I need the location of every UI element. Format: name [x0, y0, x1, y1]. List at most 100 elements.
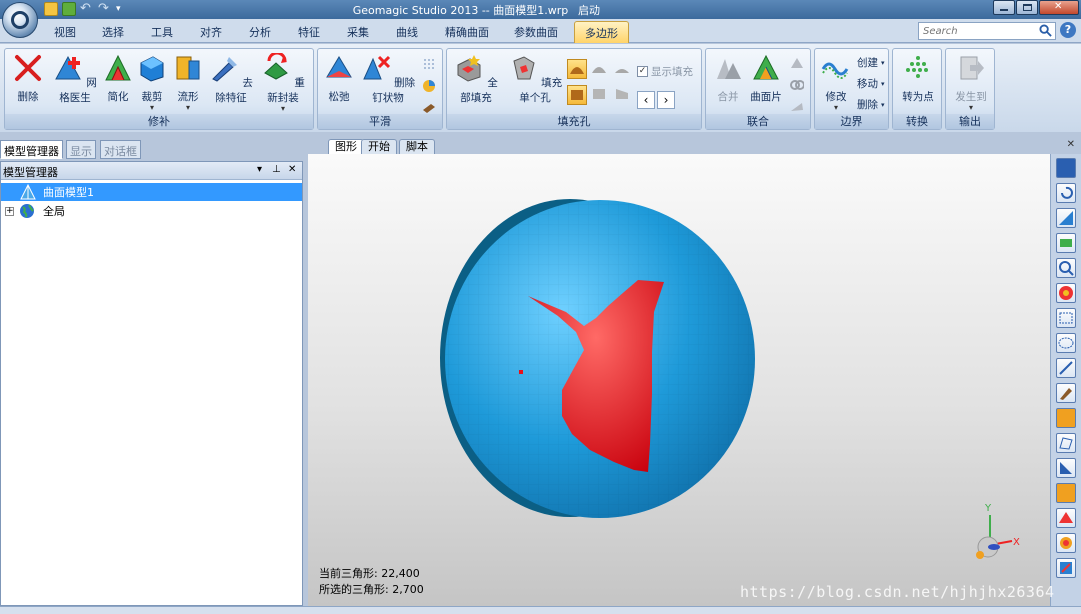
tab-dialog[interactable]: 对话框: [100, 140, 141, 159]
merge-tool-1-icon[interactable]: [790, 57, 804, 69]
rotate-icon[interactable]: [1056, 183, 1076, 203]
polyline-select-icon[interactable]: [1056, 433, 1076, 453]
x-axis-label: X: [1013, 537, 1020, 548]
tab-start[interactable]: 开始: [361, 139, 397, 154]
select-through-icon[interactable]: [1056, 458, 1076, 478]
select-by-angle-icon[interactable]: [1056, 508, 1076, 528]
prev-hole-button[interactable]: ‹: [637, 91, 655, 109]
expand-icon[interactable]: +: [5, 206, 14, 216]
tab-script[interactable]: 脚本: [399, 139, 435, 154]
model-manager-panel: 模型管理器 ▾ ⊥ ✕ 曲面模型1 + 全局: [0, 161, 303, 606]
tab-polygons[interactable]: 多边形: [574, 21, 629, 43]
remove-spikes-icon: [363, 55, 390, 80]
graphics-viewport[interactable]: 当前三角形: 22,400 所选的三角形: 2,700 Y X: [308, 154, 1050, 606]
search-icon[interactable]: [1039, 24, 1052, 37]
remove-feature-button[interactable]: 去除特征: [209, 53, 253, 105]
close-button[interactable]: [1039, 0, 1079, 15]
tab-analysis[interactable]: 分析: [249, 24, 271, 40]
patch-button[interactable]: 曲面片: [750, 53, 782, 104]
tab-display[interactable]: 显示: [66, 140, 96, 159]
panel-tabs: 模型管理器 显示 对话框: [0, 140, 305, 160]
delete-boundary-button[interactable]: 删除 ▾: [857, 97, 885, 112]
group-output: 发生到 ▾ 输出: [945, 48, 995, 130]
tab-curves[interactable]: 曲线: [396, 24, 418, 40]
tree-item-global[interactable]: + 全局: [1, 202, 302, 220]
fill-single-button[interactable]: 填充单个孔: [505, 53, 565, 105]
application-button[interactable]: [2, 2, 38, 38]
manifold-label: 流形: [177, 91, 199, 103]
panel-close-icon[interactable]: ✕: [288, 164, 296, 175]
fill-edge-icon[interactable]: [590, 85, 610, 105]
fit-view-icon[interactable]: [1056, 208, 1076, 228]
tab-graphics[interactable]: 图形: [328, 139, 364, 154]
rectangle-select-icon[interactable]: [1056, 308, 1076, 328]
view-close-icon[interactable]: ✕: [1067, 139, 1075, 150]
fill-flat-icon[interactable]: [613, 59, 633, 79]
move-boundary-button[interactable]: 移动 ▾: [857, 76, 885, 91]
fill-complete-icon[interactable]: [567, 85, 587, 105]
clear-selection-icon[interactable]: [1056, 558, 1076, 578]
tab-select[interactable]: 选择: [102, 24, 124, 40]
modify-boundary-button[interactable]: 修改 ▾: [819, 53, 853, 112]
view-cube-icon[interactable]: [1056, 158, 1076, 178]
to-points-button[interactable]: 转为点: [897, 53, 939, 104]
create-boundary-label: 创建: [857, 57, 878, 69]
select-all-icon[interactable]: [1056, 533, 1076, 553]
tab-exact-surfacing[interactable]: 精确曲面: [445, 24, 489, 40]
next-hole-button[interactable]: ›: [657, 91, 675, 109]
send-to-button[interactable]: 发生到 ▾: [950, 53, 992, 112]
panel-header: 模型管理器 ▾ ⊥ ✕: [1, 162, 302, 180]
merge-tool-3-icon[interactable]: [790, 101, 804, 113]
smooth-option-icon[interactable]: [422, 57, 436, 71]
tab-features[interactable]: 特征: [298, 24, 320, 40]
search-input[interactable]: [919, 23, 1034, 39]
panel-menu-icon[interactable]: ▾: [257, 164, 262, 175]
maximize-button[interactable]: [1016, 0, 1038, 15]
fill-tangent-icon[interactable]: [590, 59, 610, 79]
merge-tool-2-icon[interactable]: [790, 79, 804, 91]
tree-item-surface-model[interactable]: 曲面模型1: [1, 183, 302, 201]
modify-boundary-icon: [821, 62, 849, 79]
mesh-doctor-button[interactable]: 网格医生: [49, 53, 101, 105]
launch-menu[interactable]: 启动: [578, 2, 600, 18]
merge-button[interactable]: 合并: [712, 53, 744, 104]
pan-icon[interactable]: [1056, 233, 1076, 253]
tab-parametric-surfacing[interactable]: 参数曲面: [514, 24, 558, 40]
to-points-label: 转为点: [902, 91, 934, 103]
create-boundary-button[interactable]: 创建 ▾: [857, 55, 885, 70]
fill-curvature-icon[interactable]: [567, 59, 587, 79]
manifold-button[interactable]: 流形 ▾: [173, 53, 203, 112]
mesh-doctor-icon: [55, 55, 81, 80]
tree-item-label: 曲面模型1: [43, 186, 94, 199]
pin-icon[interactable]: ⊥: [272, 164, 281, 175]
trim-button[interactable]: 裁剪 ▾: [137, 53, 167, 112]
fill-bridge-icon[interactable]: [613, 85, 633, 105]
panel-title: 模型管理器: [3, 166, 58, 179]
lasso-select-icon[interactable]: [1056, 408, 1076, 428]
tab-model-manager[interactable]: 模型管理器: [0, 140, 63, 159]
display-color-icon[interactable]: [1056, 283, 1076, 303]
tab-align[interactable]: 对齐: [200, 24, 222, 40]
simplify-button[interactable]: 简化: [103, 53, 133, 104]
tab-tools[interactable]: 工具: [151, 24, 173, 40]
move-boundary-label: 移动: [857, 78, 878, 90]
zoom-icon[interactable]: [1056, 258, 1076, 278]
select-visible-icon[interactable]: [1056, 483, 1076, 503]
watermark-text: https://blog.csdn.net/hjhjhx26364: [740, 583, 1055, 601]
remove-spikes-button[interactable]: 删除钉状物: [360, 53, 416, 105]
minimize-button[interactable]: [993, 0, 1015, 15]
sandpaper-icon[interactable]: [422, 79, 436, 93]
tab-view[interactable]: 视图: [54, 24, 76, 40]
show-fill-checkbox[interactable]: ✓ 显示填充: [637, 64, 693, 79]
relax-button[interactable]: 松弛: [324, 53, 354, 104]
paint-select-icon[interactable]: [1056, 383, 1076, 403]
group-repair: 删除 网格医生 简化 裁剪 ▾ 流形 ▾ 去除特征 重新封装 ▾ 修补: [4, 48, 314, 130]
tab-capture[interactable]: 采集: [347, 24, 369, 40]
fill-all-button[interactable]: 全部填充: [453, 53, 499, 105]
rewrap-button[interactable]: 重新封装 ▾: [261, 51, 305, 113]
line-select-icon[interactable]: [1056, 358, 1076, 378]
smooth-tool-icon[interactable]: [422, 101, 436, 115]
ellipse-select-icon[interactable]: [1056, 333, 1076, 353]
delete-button[interactable]: 删除: [13, 53, 43, 104]
help-icon[interactable]: ?: [1060, 22, 1076, 38]
